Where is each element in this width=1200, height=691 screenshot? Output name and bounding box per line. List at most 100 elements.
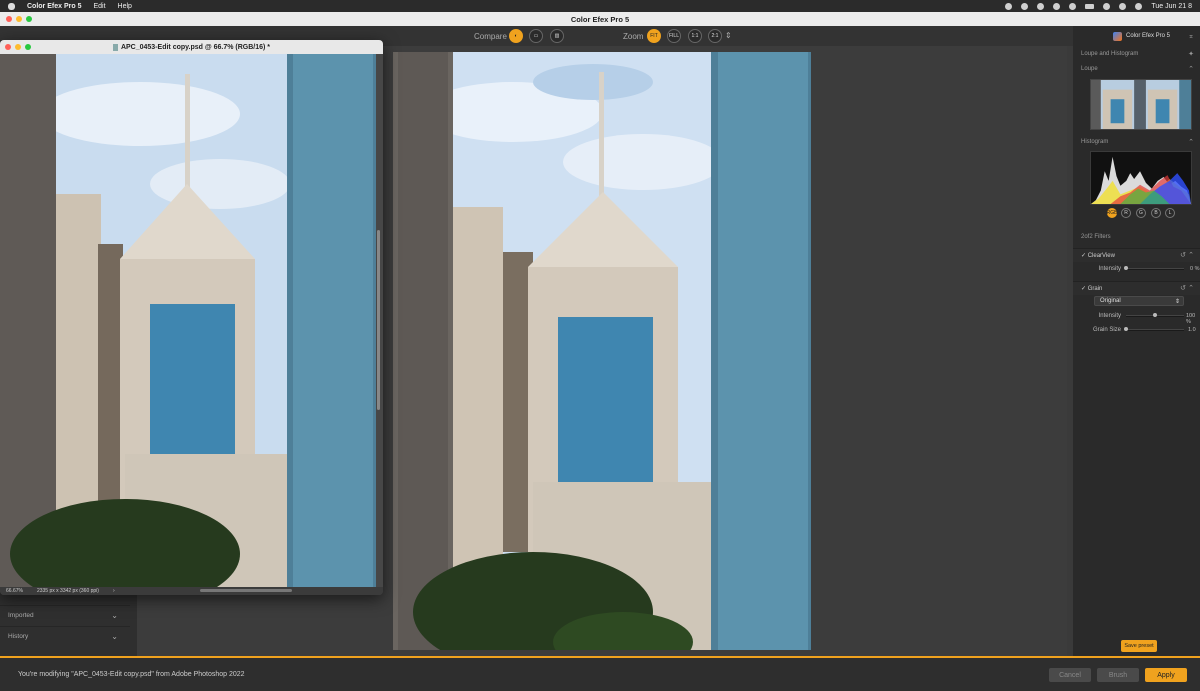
slider-value: 1.0	[1188, 327, 1196, 333]
zoom-document-icon[interactable]	[25, 44, 31, 50]
document-building-photo	[0, 54, 376, 587]
slider-knob[interactable]	[1153, 313, 1157, 317]
psd-file-icon	[112, 43, 118, 51]
channel-l-button[interactable]: L	[1165, 208, 1175, 218]
filter-row-grain[interactable]: ✓ Grain ↺ ⌃	[1073, 281, 1200, 295]
apply-button[interactable]: Apply	[1145, 668, 1187, 682]
menu-bar: Color Efex Pro 5 Edit Help Tue Jun 21 8	[0, 0, 1200, 12]
loupe-view[interactable]	[1090, 79, 1192, 130]
filter-chevron-icon[interactable]: ⌃	[1188, 284, 1194, 292]
compare-side-by-side-button[interactable]: ▭	[529, 29, 543, 43]
grain-type-dropdown[interactable]: Original ⇕	[1094, 296, 1184, 306]
dropdown-value: Original	[1100, 298, 1121, 304]
document-title-bar[interactable]: APC_0453-Edit copy.psd @ 66.7% (RGB/16) …	[0, 40, 383, 54]
right-panel: Color Efex Pro 5 ⌅ Loupe and Histogram ✦…	[1073, 26, 1200, 656]
histogram-label[interactable]: Histogram	[1081, 139, 1108, 145]
zoom-fit-button[interactable]: FIT	[647, 29, 661, 43]
filter-name: ClearView	[1087, 252, 1115, 259]
control-center-icon[interactable]	[1119, 2, 1127, 10]
battery-icon[interactable]	[1085, 3, 1095, 9]
status-icon[interactable]	[1005, 2, 1013, 10]
record-icon[interactable]	[1037, 2, 1045, 10]
creative-cloud-icon[interactable]	[1021, 2, 1029, 10]
status-arrow-icon[interactable]: ›	[113, 588, 115, 594]
zoom-200-button[interactable]: 2:1	[708, 29, 722, 43]
zoom-100-button[interactable]: 1:1	[688, 29, 702, 43]
wifi-icon[interactable]	[1069, 2, 1077, 10]
zoom-fill-button[interactable]: FILL	[667, 29, 681, 43]
loupe-label[interactable]: Loupe	[1081, 66, 1098, 72]
menu-help[interactable]: Help	[118, 3, 132, 10]
compare-single-view-button[interactable]: ◐	[509, 29, 523, 43]
histogram-graph	[1091, 156, 1191, 204]
clearview-intensity-slider[interactable]	[1126, 268, 1184, 270]
history-section[interactable]: History ⌄	[0, 626, 130, 646]
document-canvas[interactable]	[0, 54, 376, 587]
collapse-panel-icon[interactable]: ⌅	[1188, 32, 1194, 40]
building-photo	[393, 52, 811, 650]
document-horizontal-scrollbar[interactable]	[200, 589, 292, 592]
histogram-view	[1090, 151, 1192, 205]
channel-rgb-button[interactable]: RGB	[1107, 208, 1117, 218]
status-bar: You're modifying "APC_0453-Edit copy.psd…	[0, 658, 1200, 691]
document-dimensions: 2335 px x 3342 px (360 ppi)	[36, 588, 99, 594]
color-efex-logo-icon	[1113, 31, 1122, 41]
photoshop-document-window[interactable]: APC_0453-Edit copy.psd @ 66.7% (RGB/16) …	[0, 40, 383, 595]
dropdown-chevron-icon: ⇕	[1174, 298, 1180, 305]
imported-label: Imported	[8, 612, 34, 619]
slider-knob[interactable]	[1124, 266, 1128, 270]
filter-row-clearview[interactable]: ✓ ClearView ↺ ⌃	[1073, 248, 1200, 262]
minimize-window-icon[interactable]	[16, 16, 22, 22]
save-preset-button[interactable]: Save preset	[1121, 640, 1157, 652]
channel-r-button[interactable]: R	[1121, 208, 1131, 218]
slider-knob[interactable]	[1124, 327, 1128, 331]
close-window-icon[interactable]	[6, 16, 12, 22]
menu-clock[interactable]: Tue Jun 21 8	[1151, 3, 1192, 10]
status-message: You're modifying "APC_0453-Edit copy.psd…	[18, 671, 245, 678]
channel-b-button[interactable]: B	[1151, 208, 1161, 218]
menu-edit[interactable]: Edit	[93, 3, 105, 10]
slider-label: Intensity	[1098, 313, 1121, 319]
filter-chevron-icon[interactable]: ⌃	[1188, 251, 1194, 259]
close-document-icon[interactable]	[5, 44, 11, 50]
histogram-chevron-icon[interactable]: ⌃	[1188, 138, 1194, 146]
search-icon[interactable]	[1103, 2, 1111, 10]
imported-chevron-icon[interactable]: ⌄	[111, 611, 118, 620]
zoom-label: Zoom	[623, 32, 644, 41]
brush-button[interactable]: Brush	[1097, 668, 1139, 682]
document-status-bar: 66.67% 2335 px x 3342 px (360 ppi) ›	[0, 587, 383, 595]
bluetooth-icon[interactable]	[1053, 2, 1061, 10]
pin-icon[interactable]: ✦	[1188, 50, 1194, 58]
slider-value: 100 %	[1186, 313, 1196, 325]
preview-image[interactable]	[393, 52, 811, 650]
document-vertical-scrollbar[interactable]	[377, 230, 380, 410]
menu-app-name[interactable]: Color Efex Pro 5	[27, 3, 81, 10]
window-title: Color Efex Pro 5	[570, 14, 630, 24]
loupe-thumbnail	[1091, 80, 1191, 129]
channel-g-button[interactable]: G	[1136, 208, 1146, 218]
brand-header: Color Efex Pro 5 ⌅	[1073, 26, 1200, 46]
compare-split-button[interactable]: ▥	[550, 29, 564, 43]
document-zoom-readout[interactable]: 66.67%	[6, 588, 23, 594]
reset-icon[interactable]: ↺	[1180, 284, 1186, 292]
imported-section[interactable]: Imported ⌄	[0, 605, 130, 625]
slider-label: Intensity	[1098, 266, 1121, 272]
apple-menu-icon[interactable]	[8, 2, 15, 10]
cancel-button[interactable]: Cancel	[1049, 668, 1091, 682]
checkbox-checked-icon[interactable]: ✓	[1081, 285, 1088, 292]
checkbox-checked-icon[interactable]: ✓	[1081, 252, 1088, 259]
grain-size-slider[interactable]	[1126, 329, 1184, 331]
compare-label: Compare	[474, 32, 507, 41]
siri-icon[interactable]	[1135, 2, 1143, 10]
reset-icon[interactable]: ↺	[1180, 251, 1186, 259]
loupe-chevron-icon[interactable]: ⌃	[1188, 65, 1194, 73]
filter-name: Grain	[1087, 285, 1103, 292]
loupe-histogram-header[interactable]: Loupe and Histogram	[1081, 51, 1138, 57]
history-chevron-icon[interactable]: ⌄	[111, 632, 118, 641]
zoom-stepper-icon[interactable]: ⇕	[725, 31, 732, 40]
slider-label: Grain Size	[1092, 327, 1121, 333]
zoom-window-icon[interactable]	[26, 16, 32, 22]
filters-header[interactable]: 2of2 Filters	[1081, 234, 1111, 240]
minimize-document-icon[interactable]	[15, 44, 21, 50]
window-title-bar: Color Efex Pro 5	[0, 12, 1200, 26]
